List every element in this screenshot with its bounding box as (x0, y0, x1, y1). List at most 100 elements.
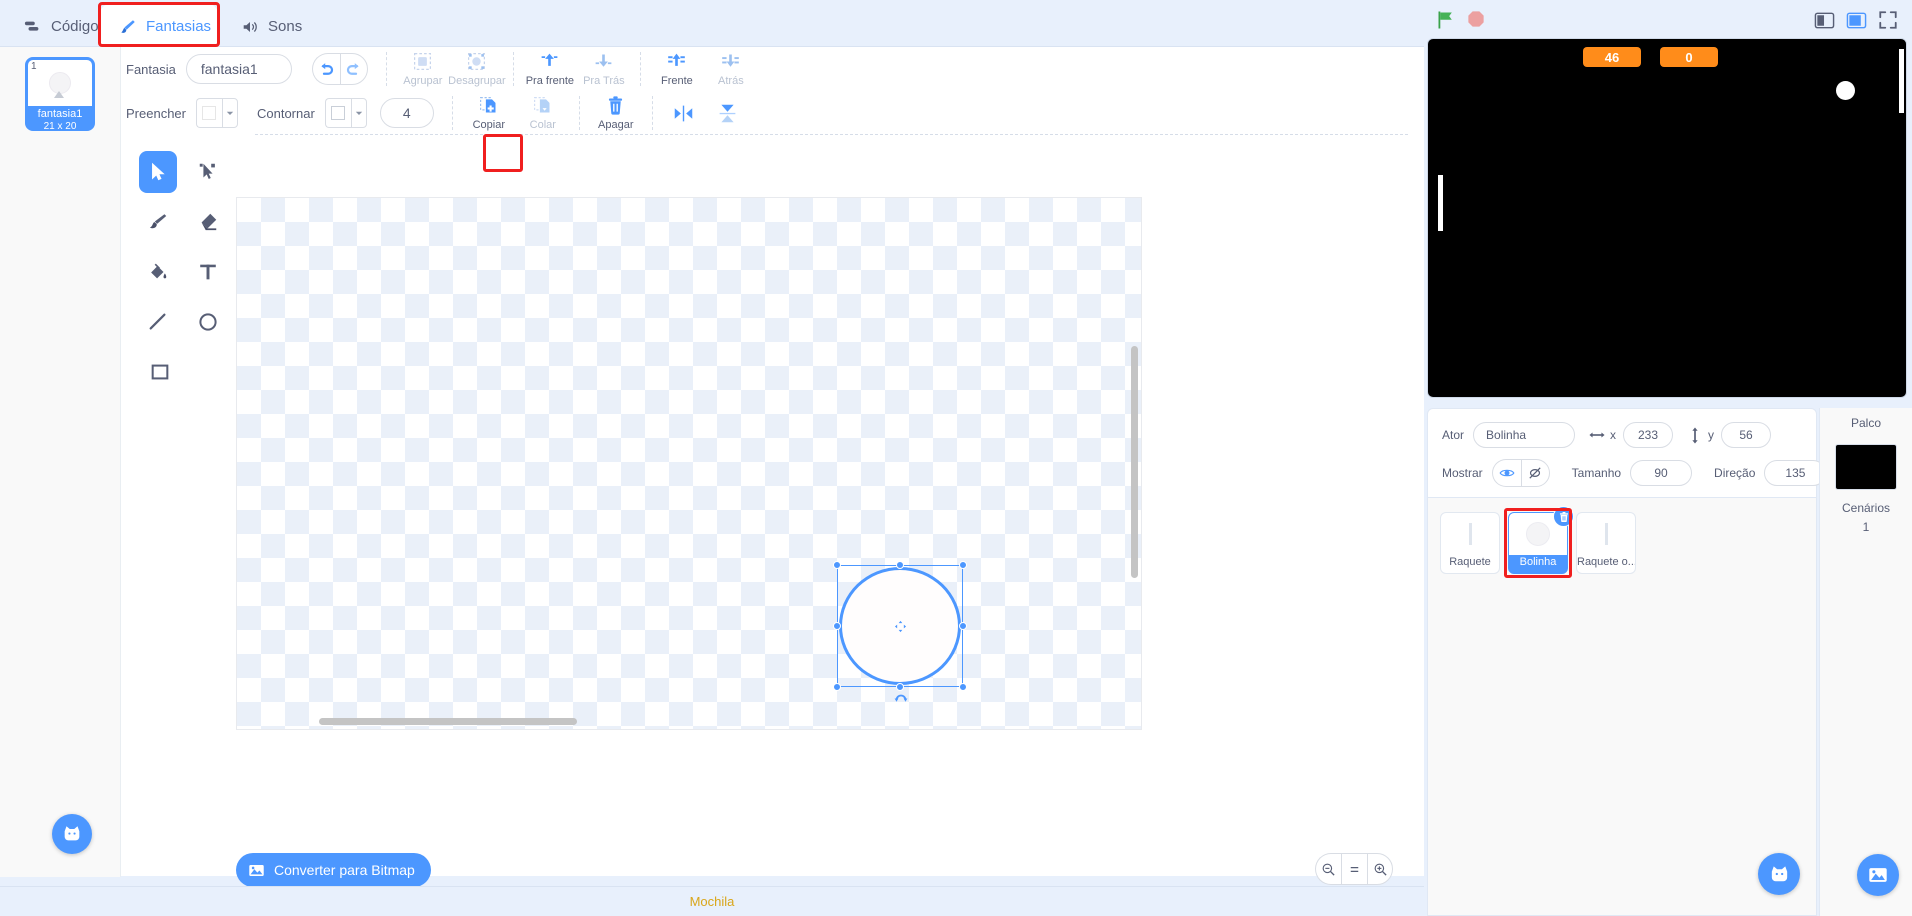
fill-tool[interactable] (139, 251, 177, 293)
zoom-in-button[interactable] (1367, 853, 1393, 885)
rectangle-tool[interactable] (139, 351, 181, 393)
large-stage-button[interactable] (1844, 8, 1868, 32)
code-icon (24, 18, 42, 36)
fill-label: Preencher (126, 105, 186, 121)
zoom-out-button[interactable] (1315, 853, 1341, 885)
backward-button[interactable]: Pra Trás (579, 51, 629, 87)
x-input[interactable]: 233 (1623, 422, 1674, 448)
handle-bottom-center[interactable] (896, 683, 904, 691)
brush-tool[interactable] (139, 201, 177, 243)
sprite-tile-bolinha[interactable]: Bolinha (1508, 506, 1574, 574)
delete-sprite-button[interactable] (1553, 506, 1574, 527)
handle-top-left[interactable] (833, 561, 841, 569)
front-button[interactable]: Frente (652, 51, 702, 87)
scroll-up-icon[interactable] (52, 87, 66, 98)
small-stage-button[interactable] (1812, 8, 1836, 32)
back-button[interactable]: Atrás (706, 51, 756, 87)
paint-toolbar: Fantasia fantasia1 Agrupar Desagrupar Pr… (121, 47, 1424, 135)
costume-name-input[interactable]: fantasia1 (185, 54, 292, 84)
hide-sprite-button[interactable] (1520, 459, 1550, 487)
selection-box[interactable] (833, 561, 967, 702)
circle-tool[interactable] (189, 301, 227, 343)
front-button-label: Frente (660, 75, 693, 87)
tab-codigo[interactable]: Código (5, 4, 99, 48)
center-crosshair-icon (894, 620, 907, 637)
sprite-tile-raquete-o[interactable]: Raquete o... (1576, 512, 1636, 574)
backpack-bar[interactable]: Mochila (0, 886, 1424, 916)
handle-top-center[interactable] (896, 561, 904, 569)
group-button[interactable]: Agrupar (398, 51, 448, 87)
tab-sons[interactable]: Sons (222, 4, 310, 48)
rotation-handle[interactable] (894, 691, 908, 705)
direction-input[interactable]: 135 (1764, 460, 1827, 486)
add-backdrop-button[interactable] (1857, 854, 1899, 896)
paste-button[interactable]: Colar (518, 95, 568, 131)
drawing-canvas[interactable] (236, 197, 1142, 730)
zoom-reset-button[interactable] (1341, 853, 1367, 885)
redo-button[interactable] (339, 53, 368, 85)
delete-button[interactable]: Apagar (591, 95, 641, 131)
trash-icon (609, 96, 623, 115)
eraser-tool[interactable] (189, 201, 227, 243)
canvas-horizontal-scrollbar[interactable] (319, 718, 577, 725)
delete-button-highlight (483, 134, 523, 172)
fill-color-picker[interactable] (195, 98, 238, 128)
tab-fantasias[interactable]: Fantasias (100, 4, 218, 48)
cat-icon (64, 826, 80, 841)
fill-swatch[interactable] (195, 98, 222, 128)
fill-chevron-down-icon[interactable] (221, 98, 238, 128)
outline-label: Contornar (256, 105, 315, 121)
outline-chevron-down-icon[interactable] (350, 98, 367, 128)
show-sprite-button[interactable] (1491, 459, 1521, 487)
add-sprite-button[interactable] (1758, 853, 1800, 895)
flip-horizontal-button[interactable] (664, 103, 704, 124)
fullscreen-button[interactable] (1876, 8, 1900, 32)
stop-button[interactable] (1466, 9, 1488, 31)
handle-top-right[interactable] (959, 561, 967, 569)
handle-middle-left[interactable] (833, 622, 841, 630)
sprite-thumbnail (1441, 513, 1499, 555)
line-tool[interactable] (139, 301, 177, 343)
stage-selector: Palco Cenários 1 (1819, 408, 1912, 916)
handle-bottom-left[interactable] (833, 683, 841, 691)
outline-swatch[interactable] (324, 98, 351, 128)
green-flag-icon (1438, 11, 1452, 29)
undo-button[interactable] (311, 53, 340, 85)
stage[interactable]: 46 0 (1427, 38, 1907, 398)
copy-button[interactable]: Copiar (464, 95, 514, 131)
select-tool[interactable] (139, 151, 177, 193)
handle-bottom-right[interactable] (959, 683, 967, 691)
copy-icon (480, 97, 496, 113)
size-input[interactable]: 90 (1630, 460, 1693, 486)
handle-middle-right[interactable] (959, 622, 967, 630)
stroke-width-input[interactable]: 4 (379, 98, 434, 128)
text-tool[interactable] (189, 251, 227, 293)
stage-paddle-left-sprite (1438, 175, 1443, 231)
costume-field-label: Fantasia (126, 61, 176, 77)
sprite-list: Raquete Bolinha Raquete o... (1427, 498, 1817, 916)
sprite-name-input[interactable]: Bolinha (1473, 422, 1576, 448)
paint-bucket-icon (151, 263, 167, 279)
forward-button-label: Pra frente (525, 75, 575, 87)
flip-horizontal-icon (675, 105, 693, 121)
tab-label: Fantasias (146, 18, 212, 35)
flip-vertical-button[interactable] (708, 103, 748, 124)
line-icon (149, 313, 166, 330)
canvas-vertical-scrollbar[interactable] (1131, 346, 1138, 578)
zoom-out-icon (1322, 863, 1335, 876)
y-input[interactable]: 56 (1721, 422, 1772, 448)
ungroup-button[interactable]: Desagrupar (448, 51, 506, 87)
sprite-tile-raquete[interactable]: Raquete (1440, 512, 1500, 574)
outline-swatch-color (331, 106, 346, 120)
forward-button[interactable]: Pra frente (525, 51, 575, 87)
fullscreen-icon (1879, 11, 1897, 29)
redo-icon (347, 62, 359, 75)
stage-thumbnail[interactable] (1835, 444, 1897, 490)
outline-color-picker[interactable] (324, 98, 367, 128)
front-icon (668, 53, 686, 66)
convert-to-bitmap-button[interactable]: Converter para Bitmap (236, 853, 431, 887)
tab-label: Código (51, 18, 99, 35)
add-costume-button[interactable] (52, 814, 92, 854)
green-flag-button[interactable] (1435, 9, 1457, 31)
reshape-tool[interactable] (189, 151, 227, 193)
